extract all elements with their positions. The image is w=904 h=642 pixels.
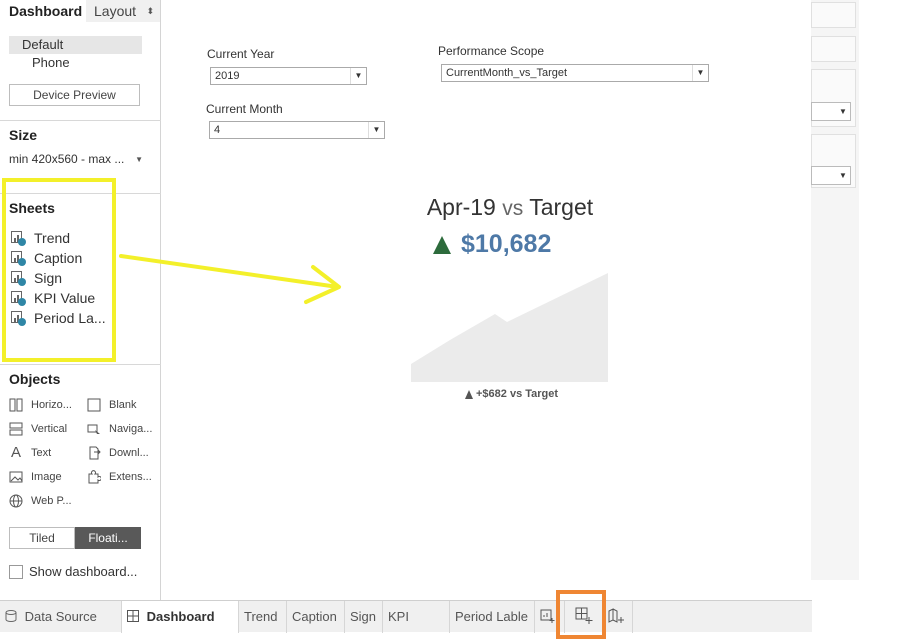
object-label: Naviga... (109, 423, 153, 435)
kpi-target-label: Target (529, 194, 594, 220)
right-panel-dropdown[interactable]: ▼ (811, 102, 851, 121)
text-icon: A (10, 444, 21, 461)
tab-kpi-value[interactable]: KPI Value (383, 601, 450, 642)
web-page-icon (9, 494, 23, 508)
kpi-title: Apr-19 vs Target (161, 194, 859, 221)
kpi-caption-text: +$682 vs Target (476, 388, 559, 400)
vertical-container-icon (9, 422, 23, 436)
object-extension[interactable]: Extens... (87, 469, 152, 485)
kpi-value-row: $10,682 (433, 230, 551, 259)
chevron-down-icon: ▼ (350, 68, 366, 84)
object-label: Downl... (109, 447, 149, 459)
up-arrow-icon (433, 235, 451, 254)
object-label: Image (31, 471, 62, 483)
object-web-page[interactable]: Web P... (9, 493, 72, 509)
tiled-toggle[interactable]: Tiled (9, 527, 75, 549)
current-month-dropdown[interactable]: 4 ▼ (209, 121, 385, 139)
device-default[interactable]: Default (9, 36, 142, 54)
new-story-icon (608, 608, 624, 623)
chevron-down-icon: ▼ (135, 155, 143, 164)
object-horizontal[interactable]: Horizo... (9, 397, 72, 413)
divider (0, 120, 161, 121)
performance-scope-label: Performance Scope (438, 44, 545, 58)
navigation-icon (87, 422, 101, 436)
object-text[interactable]: A Text (9, 445, 51, 461)
tab-dashboard[interactable]: Dashboard (9, 0, 82, 22)
kpi-vs: vs (502, 197, 524, 220)
image-icon (9, 470, 23, 484)
trend-area-chart (411, 273, 608, 382)
size-section-title: Size (9, 127, 38, 143)
up-triangle-icon (465, 389, 473, 399)
sort-arrows-icon: ⬍ (146, 6, 154, 16)
show-dashboard-title-label: Show dashboard... (29, 564, 138, 579)
object-label: Web P... (31, 495, 72, 507)
kpi-period: Apr-19 (426, 194, 496, 220)
yellow-highlight-box (2, 178, 116, 362)
objects-section-title: Objects (9, 371, 61, 387)
new-story-button[interactable] (603, 601, 633, 633)
tab-layout[interactable]: Layout ⬍ (86, 0, 160, 22)
show-dashboard-title-option[interactable]: Show dashboard... (9, 564, 137, 579)
tab-trend[interactable]: Trend (239, 601, 287, 633)
tab-label: Data Source (24, 609, 97, 624)
size-dropdown[interactable]: min 420x560 - max ... ▼ (9, 152, 143, 166)
object-blank[interactable]: Blank (87, 397, 137, 413)
tab-label: Dashboard KPI (127, 609, 215, 642)
tab-period-lable[interactable]: Period Lable (450, 601, 535, 633)
horizontal-container-icon (9, 398, 23, 412)
object-label: Text (31, 447, 52, 459)
tab-layout-label: Layout (94, 3, 137, 19)
extension-icon (87, 470, 102, 484)
performance-scope-dropdown[interactable]: CurrentMonth_vs_Target ▼ (441, 64, 709, 82)
object-vertical[interactable]: Vertical (9, 421, 67, 437)
database-icon (5, 610, 17, 622)
dashboard-icon (127, 610, 139, 622)
right-panel-box (811, 2, 856, 28)
chevron-down-icon: ▼ (692, 65, 708, 81)
tab-sign[interactable]: Sign (345, 601, 383, 633)
trend-area (411, 273, 608, 382)
chevron-down-icon: ▼ (368, 122, 384, 138)
right-panel-dropdown[interactable]: ▼ (811, 166, 851, 185)
current-month-label: Current Month (206, 102, 283, 116)
floating-toggle[interactable]: Floati... (75, 527, 141, 549)
tab-dashboard-kpi[interactable]: Dashboard KPI (122, 601, 239, 642)
object-image[interactable]: Image (9, 469, 62, 485)
kpi-caption: +$682 vs Target (465, 388, 558, 400)
kpi-value: $10,682 (461, 230, 552, 258)
tab-caption[interactable]: Caption (287, 601, 345, 633)
current-year-dropdown[interactable]: 2019 ▼ (210, 67, 367, 85)
object-label: Vertical (31, 423, 68, 435)
object-label: Horizo... (31, 399, 72, 411)
blank-icon (87, 398, 101, 412)
tableau-dashboard-window: Dashboard Layout ⬍ Default Phone Device … (0, 0, 904, 642)
orange-highlight-box (556, 590, 606, 639)
new-worksheet-icon (540, 609, 555, 623)
device-preview-button[interactable]: Device Preview (9, 84, 140, 106)
show-dashboard-title-checkbox[interactable] (9, 564, 23, 579)
current-month-value: 4 (214, 124, 221, 136)
sheet-tab-bar: Data Source Dashboard KPI Trend Caption … (0, 600, 812, 642)
current-year-value: 2019 (215, 70, 240, 82)
divider (0, 364, 161, 365)
object-download[interactable]: Downl... (87, 445, 149, 461)
size-value: min 420x560 - max ... (9, 152, 125, 166)
performance-scope-value: CurrentMonth_vs_Target (446, 67, 568, 79)
device-phone[interactable]: Phone (32, 55, 70, 70)
object-label: Blank (109, 399, 137, 411)
chevron-down-icon: ▼ (839, 107, 847, 116)
object-navigation[interactable]: Naviga... (87, 421, 152, 437)
download-icon (87, 446, 101, 460)
tab-data-source[interactable]: Data Source (0, 601, 122, 633)
right-panel-box (811, 36, 856, 62)
object-label: Extens... (109, 471, 152, 483)
chevron-down-icon: ▼ (839, 171, 847, 180)
current-year-label: Current Year (207, 47, 275, 61)
